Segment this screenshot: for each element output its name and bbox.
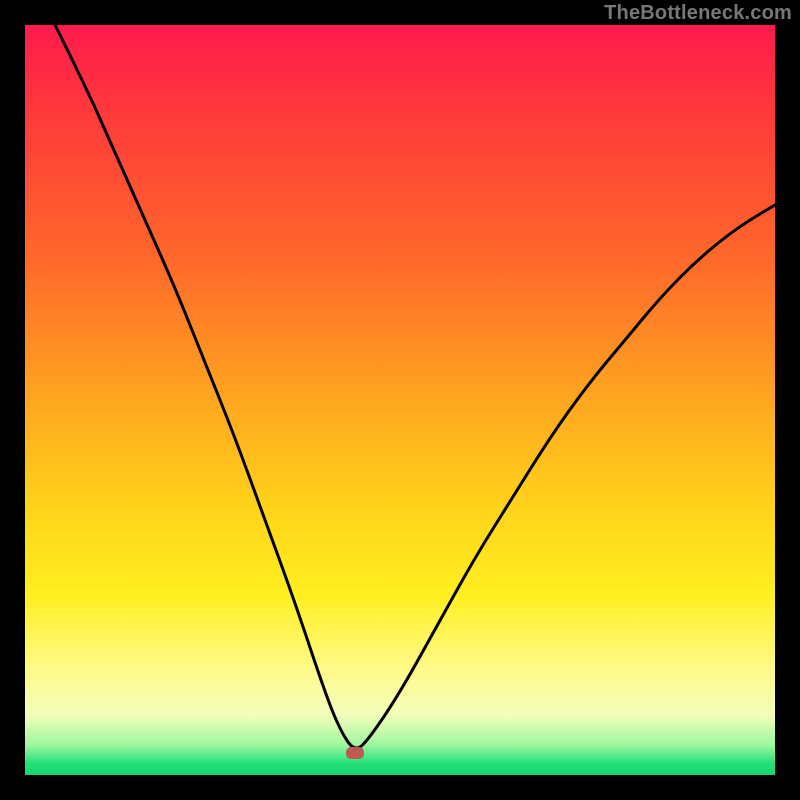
chart-frame: TheBottleneck.com	[0, 0, 800, 800]
plot-area	[25, 25, 775, 775]
watermark-text: TheBottleneck.com	[604, 2, 792, 25]
optimal-marker	[346, 747, 364, 759]
bottleneck-curve	[25, 25, 775, 775]
